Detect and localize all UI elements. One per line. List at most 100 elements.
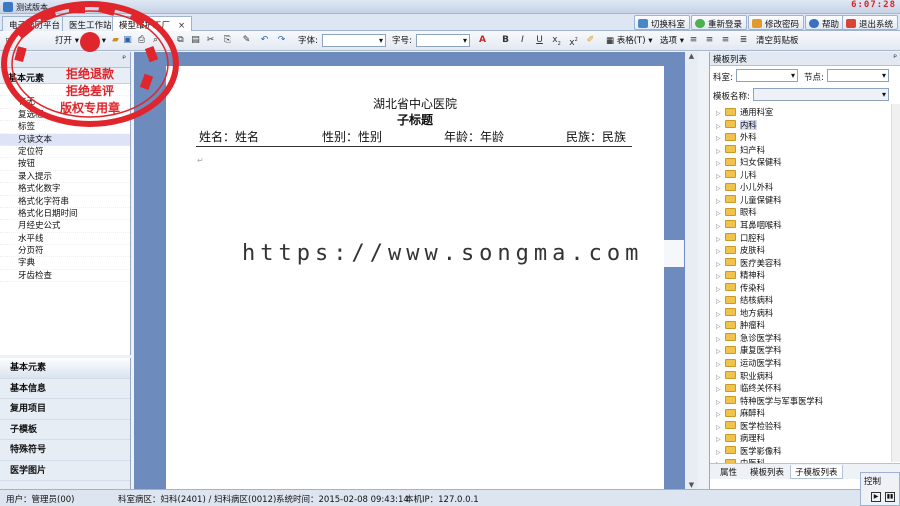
relogin-button[interactable]: 重新登录 <box>691 15 748 30</box>
tab-template-list[interactable]: 模板列表 <box>746 465 788 479</box>
expand-arrow-icon[interactable]: ▷ <box>716 236 725 243</box>
subscript-button[interactable]: x2 <box>551 35 562 47</box>
tree-node[interactable]: ▷ 医疗美容科 <box>716 257 782 270</box>
element-item[interactable]: 复选框 <box>0 109 130 122</box>
expand-arrow-icon[interactable]: ▷ <box>716 386 725 393</box>
element-item[interactable]: 定位符 <box>0 146 130 159</box>
bold-button[interactable]: B <box>500 35 511 46</box>
expand-arrow-icon[interactable]: ▷ <box>716 311 725 318</box>
nav-item[interactable]: 基本元素 <box>0 358 130 379</box>
tree-node[interactable]: ▷ 口腔科 <box>716 232 765 245</box>
element-item[interactable]: 只读文本 <box>0 133 130 146</box>
element-item[interactable]: 格式化字符串 <box>0 196 130 208</box>
ethnicity-field[interactable]: 民族：民族 <box>566 128 626 145</box>
expand-arrow-icon[interactable]: ▷ <box>716 449 725 456</box>
expand-arrow-icon[interactable]: ▷ <box>716 436 725 443</box>
align-right-icon[interactable]: ≡ <box>720 35 731 46</box>
preview-icon[interactable]: ⌕ <box>150 35 161 46</box>
tree-node[interactable]: ▷ 传染科 <box>716 282 765 295</box>
expand-arrow-icon[interactable]: ▷ <box>716 173 725 180</box>
format-brush-icon[interactable]: ✎ <box>241 35 252 46</box>
tab-emr-platform[interactable]: 电子病历平台 <box>2 16 68 31</box>
align-left-icon[interactable]: ≡ <box>688 35 699 46</box>
change-password-button[interactable]: 修改密码 <box>748 15 805 30</box>
tree-node[interactable]: ▷ 运动医学科 <box>716 357 782 370</box>
italic-button[interactable]: I <box>517 35 528 46</box>
tab-properties[interactable]: 属性 <box>716 465 741 479</box>
nav-item[interactable]: 基本信息 <box>0 379 130 399</box>
open-menu[interactable]: 打开 ▾ <box>55 34 79 48</box>
save-icon[interactable]: ▣ <box>122 35 133 46</box>
pause-icon[interactable]: ▮▮ <box>885 492 895 502</box>
expand-arrow-icon[interactable]: ▷ <box>716 399 725 406</box>
gender-field[interactable]: 性别：性别 <box>322 128 382 145</box>
table-menu[interactable]: ▦ 表格(T) ▾ <box>606 34 653 48</box>
pin-icon[interactable]: ᵖ <box>893 53 897 63</box>
switch-dept-button[interactable]: 切换科室 <box>634 15 691 30</box>
nav-item[interactable]: 特殊符号 <box>0 440 130 461</box>
pin-icon[interactable]: ᵖ <box>122 54 126 64</box>
nav-item[interactable]: 医学图片 <box>0 461 130 481</box>
redo-icon[interactable]: ↷ <box>276 35 287 46</box>
expand-arrow-icon[interactable]: ▷ <box>716 298 725 305</box>
tree-node[interactable]: ▷ 外科 <box>716 131 757 144</box>
tree-node[interactable]: ▷ 病理科 <box>716 432 765 445</box>
document-page[interactable]: 湖北省中心医院 子标题 姓名：姓名 性别：性别 年龄：年龄 民族：民族 ↵ <box>166 66 664 496</box>
element-item[interactable]: 按钮 <box>0 158 130 171</box>
tree-node[interactable]: ▷ 儿科 <box>716 169 757 182</box>
tree-node[interactable]: ▷ 通用科室 <box>716 106 773 119</box>
tree-node[interactable]: ▷ 妇女保健科 <box>716 156 782 169</box>
dept-select[interactable] <box>736 69 798 82</box>
clipboard-icon[interactable]: ⎘ <box>222 35 233 46</box>
age-field[interactable]: 年龄：年龄 <box>444 128 504 145</box>
template-name-select[interactable] <box>753 88 889 101</box>
expand-arrow-icon[interactable]: ▷ <box>716 185 725 192</box>
expand-arrow-icon[interactable]: ▷ <box>716 148 725 155</box>
copy-icon[interactable]: ⧉ <box>175 35 186 46</box>
tree-node[interactable]: ▷ 麻醉科 <box>716 407 765 420</box>
element-item[interactable]: 格式化日期时间 <box>0 208 130 221</box>
expand-arrow-icon[interactable]: ▷ <box>716 135 725 142</box>
element-item[interactable]: 格式化数字 <box>0 183 130 196</box>
expand-arrow-icon[interactable]: ▷ <box>716 210 725 217</box>
expand-arrow-icon[interactable]: ▷ <box>716 411 725 418</box>
font-family-select[interactable] <box>322 34 386 47</box>
align-center-icon[interactable]: ≡ <box>704 35 715 46</box>
tab-model-factory[interactable]: 模型维护工厂 × <box>112 16 193 31</box>
tree-node[interactable]: ▷ 内科 <box>716 119 757 132</box>
folder-icon[interactable]: ▰ <box>110 35 121 46</box>
justify-icon[interactable]: ≣ <box>738 35 749 46</box>
undo-icon[interactable]: ↶ <box>259 35 270 46</box>
expand-arrow-icon[interactable]: ▷ <box>716 248 725 255</box>
maintain-menu[interactable]: 维护 ▾ <box>82 34 106 48</box>
help-button[interactable]: 帮助 <box>805 15 845 30</box>
tree-node[interactable]: ▷ 儿童保健科 <box>716 194 782 207</box>
expand-arrow-icon[interactable]: ▷ <box>716 273 725 280</box>
expand-arrow-icon[interactable]: ▷ <box>716 336 725 343</box>
highlight-icon[interactable]: ✐ <box>585 35 596 46</box>
tree-node[interactable]: ▷ 皮肤科 <box>716 244 765 257</box>
tree-node[interactable]: ▷ 特种医学与军事医学科 <box>716 395 823 408</box>
tree-node[interactable]: ▷ 地方病科 <box>716 307 773 320</box>
element-item[interactable]: 牙齿检查 <box>0 270 130 283</box>
expand-arrow-icon[interactable]: ▷ <box>716 160 725 167</box>
nav-item[interactable]: 复用项目 <box>0 399 130 420</box>
tree-node[interactable]: ▷ 康复医学科 <box>716 344 782 357</box>
expand-arrow-icon[interactable]: ▷ <box>716 123 725 130</box>
element-item[interactable]: 水平线 <box>0 233 130 246</box>
expand-arrow-icon[interactable]: ▷ <box>716 374 725 381</box>
tab-doctor-station[interactable]: 医生工作站 <box>62 16 119 31</box>
tree-node[interactable]: ▷ 眼科 <box>716 206 757 219</box>
tree-node[interactable]: ▷ 小儿外科 <box>716 181 773 194</box>
close-tab-icon[interactable]: × <box>178 21 185 31</box>
superscript-button[interactable]: x2 <box>568 35 579 48</box>
options-menu[interactable]: 选项 ▾ <box>660 34 684 48</box>
clear-clipboard-button[interactable]: 清空剪贴板 <box>756 34 799 48</box>
editor-scrollbar[interactable]: ▲ ▼ <box>685 52 698 489</box>
element-item[interactable]: 字典 <box>0 257 130 270</box>
tree-node[interactable]: ▷ 职业病科 <box>716 370 773 383</box>
element-item[interactable]: 有无 <box>0 96 130 109</box>
element-item[interactable]: 标签 <box>0 121 130 134</box>
tree-scrollbar[interactable] <box>891 104 900 462</box>
expand-arrow-icon[interactable]: ▷ <box>716 286 725 293</box>
